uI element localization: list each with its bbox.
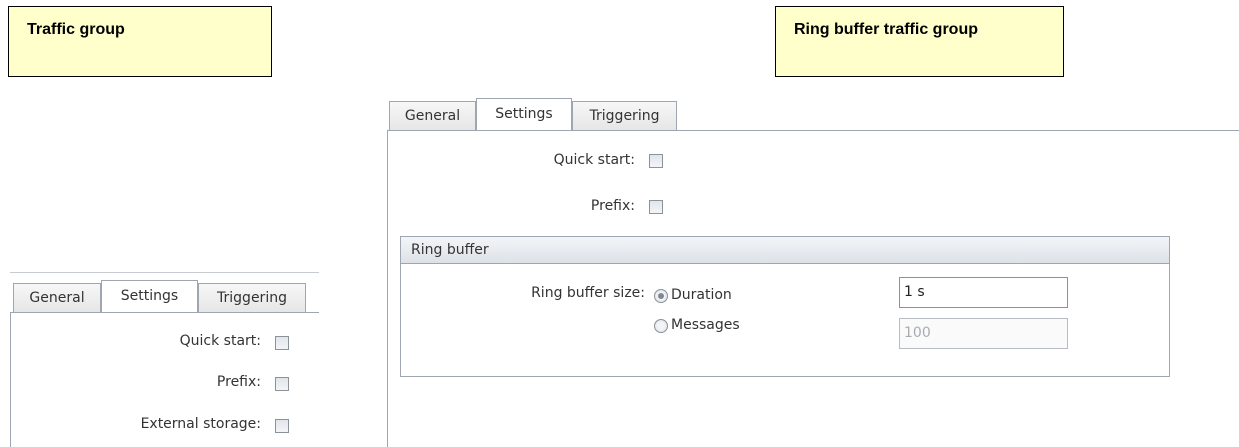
duration-input[interactable]: 1 s [899,277,1068,308]
quick-start-label: Quick start: [179,333,261,349]
prefix-label: Prefix: [216,374,261,390]
panel-top-rule [10,272,319,273]
messages-radio[interactable] [654,319,668,333]
prefix-label: Prefix: [590,198,635,214]
tab-triggering[interactable]: Triggering [198,283,306,312]
ring-buffer-traffic-group-callout: Ring buffer traffic group [775,6,1064,77]
tab-settings[interactable]: Settings [476,98,572,130]
group-title: Ring buffer [401,237,1169,264]
tab-strip: General Settings Triggering [10,280,319,312]
tab-strip: General Settings Triggering [387,98,1239,130]
quick-start-checkbox[interactable] [275,336,289,350]
callout-label: Traffic group [27,21,125,38]
quick-start-label: Quick start: [553,152,635,168]
messages-label: Messages [671,317,740,333]
tab-general[interactable]: General [13,283,101,312]
messages-input[interactable]: 100 [899,318,1068,349]
external-storage-checkbox[interactable] [275,419,289,433]
traffic-group-callout: Traffic group [8,6,272,77]
tab-triggering[interactable]: Triggering [572,101,677,130]
callout-label: Ring buffer traffic group [794,21,978,38]
ring-buffer-size-label: Ring buffer size: [531,285,645,301]
external-storage-label: External storage: [140,416,261,432]
ring-buffer-group: Ring buffer Ring buffer size: Duration M… [400,236,1170,377]
ring-buffer-settings-panel: General Settings Triggering Quick start:… [387,98,1239,447]
tab-general[interactable]: General [389,101,476,130]
duration-radio[interactable] [654,289,668,303]
duration-label: Duration [671,287,732,303]
tab-settings[interactable]: Settings [101,280,198,312]
prefix-checkbox[interactable] [649,200,663,214]
prefix-checkbox[interactable] [275,377,289,391]
quick-start-checkbox[interactable] [649,154,663,168]
traffic-settings-panel: General Settings Triggering Quick start:… [10,272,319,447]
